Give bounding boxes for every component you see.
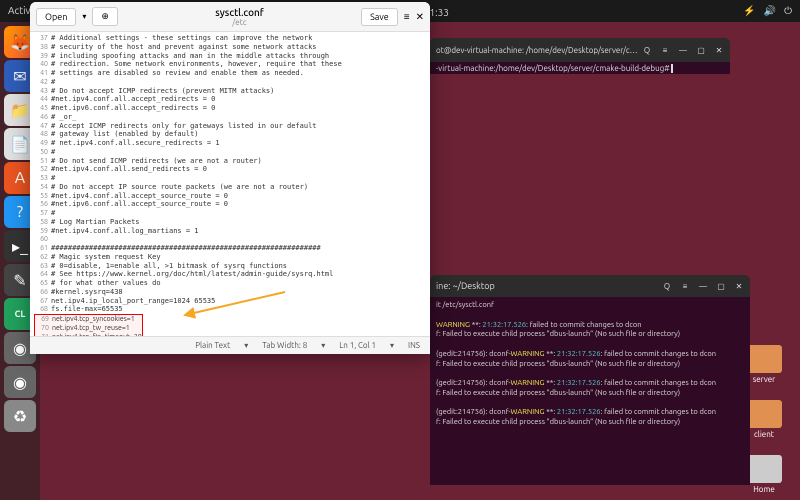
save-button[interactable]: Save [361,8,398,26]
editor-body[interactable]: 37# Additional settings - these settings… [30,32,430,336]
terminal-1: ot@dev-virtual-machine: /home/dev/Deskto… [430,38,730,74]
status-bar: Plain Text▾ Tab Width: 8▾ Ln 1, Col 1 ▾ … [30,336,430,354]
search-icon[interactable]: Q [642,45,652,55]
close-icon[interactable]: ✕ [734,281,744,291]
hamburger-icon[interactable]: ≡ [404,11,410,23]
status-tab[interactable]: Tab Width: 8 [262,341,307,350]
volume-icon[interactable]: 🔊 [764,5,776,17]
gedit-header: Open ▾ ⊕ sysctl.conf /etc Save ≡ ✕ [30,2,430,32]
menu-icon[interactable]: ≡ [660,45,670,55]
close-icon[interactable]: ✕ [714,45,724,55]
power-icon[interactable]: ⏻ [784,5,792,17]
minimize-icon[interactable]: — [698,281,708,291]
minimize-icon[interactable]: — [678,45,688,55]
search-icon[interactable]: Q [662,281,672,291]
terminal-2-body[interactable]: it /etc/sysctl.confWARNING **: 21:32:17.… [430,297,750,442]
status-lang[interactable]: Plain Text [195,341,230,350]
terminal-2: ine: ~/Desktop Q ≡ — ▢ ✕ it /etc/sysctl.… [430,275,750,485]
new-tab-button[interactable]: ⊕ [92,7,118,26]
maximize-icon[interactable]: ▢ [696,45,706,55]
terminal-1-title: ot@dev-virtual-machine: /home/dev/Deskto… [436,46,642,55]
dock-disc2[interactable]: ◉ [4,366,36,398]
status-ins: INS [408,341,420,350]
status-pos: Ln 1, Col 1 [339,341,376,350]
maximize-icon[interactable]: ▢ [716,281,726,291]
menu-icon[interactable]: ≡ [680,281,690,291]
terminal-1-body[interactable]: -virtual-machine:/home/dev/Desktop/serve… [430,62,730,75]
chevron-down-icon[interactable]: ▾ [82,12,86,21]
network-icon[interactable]: ⚡ [743,5,755,17]
gedit-title: sysctl.conf /etc [124,7,355,27]
dock-trash[interactable]: ♻ [4,400,36,432]
terminal-2-title: ine: ~/Desktop [436,281,662,291]
open-button[interactable]: Open [36,8,76,26]
gedit-window: Open ▾ ⊕ sysctl.conf /etc Save ≡ ✕ 37# A… [30,2,430,354]
close-icon[interactable]: ✕ [416,11,424,23]
